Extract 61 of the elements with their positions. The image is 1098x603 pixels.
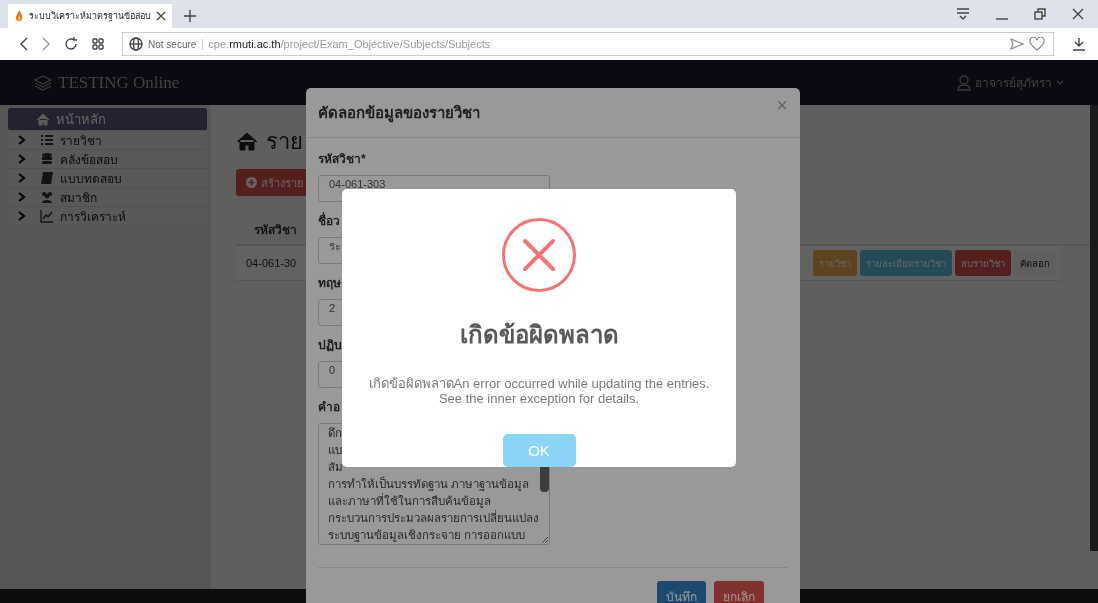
field-label: คำอ bbox=[318, 399, 340, 416]
plus-icon[interactable] bbox=[184, 10, 196, 22]
save-button[interactable]: บันทึก bbox=[657, 581, 706, 603]
sidebar-item[interactable]: แบบทดสอบ bbox=[8, 169, 207, 188]
action-button[interactable]: รายละเอียดรายวิชา bbox=[860, 250, 952, 276]
tab-title: ระบบวิเคราะห์มาตรฐานข้อสอบ bbox=[29, 10, 151, 23]
browser-tab[interactable]: ระบบวิเคราะห์มาตรฐานข้อสอบ bbox=[8, 4, 172, 28]
sidebar-item[interactable]: คลังข้อสอบ bbox=[8, 150, 207, 169]
text-line: การทำให้เป็นบรรทัดฐาน ภาษาฐานข้อมูล bbox=[328, 476, 530, 493]
layers-icon bbox=[34, 74, 52, 91]
cancel-button[interactable]: ยกเลิก bbox=[714, 581, 764, 603]
text-line: ดึก bbox=[328, 426, 342, 441]
action-button[interactable]: รายวิชา bbox=[813, 250, 857, 276]
text-line: กระบวนการประมวลผลรายการเปลี่ยนแปลง bbox=[328, 510, 539, 526]
database-icon bbox=[40, 152, 54, 166]
text-line: สัม bbox=[328, 460, 343, 475]
close-button[interactable]: × bbox=[776, 94, 788, 117]
user-icon bbox=[957, 74, 971, 91]
restore-icon[interactable] bbox=[1034, 8, 1046, 20]
grid-icon[interactable] bbox=[92, 38, 104, 50]
forward-icon[interactable] bbox=[42, 37, 50, 51]
security-label: Not secure bbox=[148, 38, 204, 50]
ok-button[interactable]: OK bbox=[502, 434, 576, 467]
url-text: cpe.rmuti.ac.th/project/Exam_Objective/Subjects/Subjects bbox=[208, 38, 491, 50]
close-icon[interactable] bbox=[1072, 8, 1084, 20]
close-icon[interactable] bbox=[156, 11, 166, 21]
text-line: และภาษาที่ใช้ในการสืบค้นข้อมูล bbox=[328, 493, 491, 510]
plus-circle-icon bbox=[246, 177, 257, 188]
line-chart-icon bbox=[40, 209, 54, 223]
text-line: แบ bbox=[328, 443, 342, 458]
download-icon[interactable] bbox=[1072, 37, 1086, 51]
error-icon bbox=[501, 217, 577, 293]
resize-grip-icon bbox=[542, 537, 548, 543]
action-button[interactable]: ลบรายวิชา bbox=[955, 250, 1011, 276]
sidebar-item[interactable]: หน้าหลัก bbox=[8, 108, 207, 131]
column-header: รหัสวิชา bbox=[254, 221, 297, 239]
alert-message: เกิดข้อผิดพลาดAn error occurred while updating the entries. See the inner exception for details. bbox=[367, 376, 711, 406]
alert-title: เกิดข้อผิดพลาด bbox=[459, 320, 619, 350]
menu-icon[interactable] bbox=[956, 8, 970, 20]
caret-icon bbox=[1056, 79, 1064, 86]
reload-icon[interactable] bbox=[64, 37, 78, 51]
field-label: ทฤษ bbox=[318, 275, 341, 292]
home-icon bbox=[36, 112, 50, 126]
modal-title: คัดลอกข้อมูลของรายวิชา bbox=[318, 102, 481, 125]
globe-icon bbox=[129, 37, 143, 51]
field-label: ปฏิบ bbox=[318, 337, 342, 354]
book-icon bbox=[40, 171, 54, 185]
flame-icon bbox=[14, 9, 24, 23]
heart-icon[interactable] bbox=[1029, 37, 1045, 51]
users-icon bbox=[40, 190, 54, 204]
field-label: รหัสวิชา* bbox=[318, 151, 366, 168]
field-label: ชื่อว bbox=[318, 212, 340, 230]
back-icon[interactable] bbox=[20, 37, 28, 51]
list-icon bbox=[40, 133, 54, 147]
home-icon bbox=[236, 131, 258, 151]
text-line: ระบบฐานข้อมูลเชิงกระจาย การออกแบบ bbox=[328, 528, 526, 544]
scrollbar[interactable] bbox=[1090, 105, 1098, 551]
address-field[interactable]: Not secure cpe.rmuti.ac.th/project/Exam_Objective/Subjects/Subjects bbox=[122, 32, 1054, 56]
table-cell: 04-061-30 bbox=[246, 257, 297, 269]
sidebar-item[interactable]: การวิเคราะห์ bbox=[8, 207, 207, 226]
send-icon[interactable] bbox=[1010, 38, 1024, 50]
